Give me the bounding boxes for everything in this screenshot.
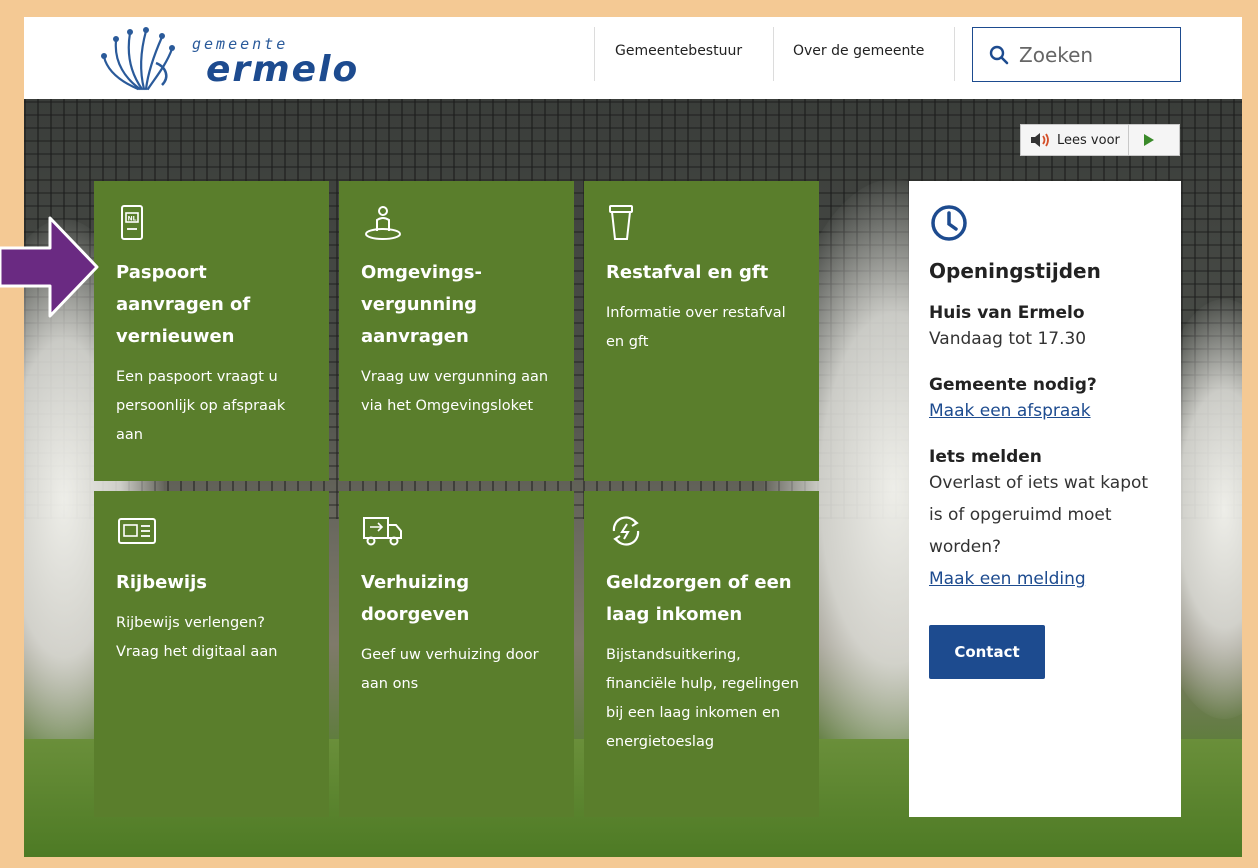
report-text: Overlast of iets wat kapot is of opgerui… <box>929 473 1149 557</box>
tile-title: Paspoort aanvragen of vernieuwen <box>116 262 251 347</box>
annotation-arrow-icon <box>0 216 99 318</box>
play-button[interactable] <box>1129 125 1169 155</box>
page-frame: gemeente ermelo Gemeentebestuur Over de … <box>24 17 1242 857</box>
tile-title: Geldzorgen of een laag inkomen <box>606 572 792 625</box>
passport-icon: NL <box>121 205 143 240</box>
trash-bin-icon <box>609 205 633 240</box>
opening-hours-panel: Openingstijden Huis van Ermelo Vandaag t… <box>909 181 1181 817</box>
tile-description: Bijstandsuitkering, financiële hulp, reg… <box>606 647 799 750</box>
tile-paspoort[interactable]: NL Paspoort aanvragen of vernieuwen Een … <box>94 181 329 481</box>
read-aloud-label: Lees voor <box>1057 132 1120 148</box>
tile-description: Informatie over restafval en gft <box>606 305 786 350</box>
nav-link-over-de-gemeente[interactable]: Over de gemeente <box>793 43 924 59</box>
today-hours: Vandaag tot 17.30 <box>929 329 1087 349</box>
tile-restafval[interactable]: Restafval en gft Informatie over restafv… <box>584 181 819 481</box>
svg-text:NL: NL <box>128 216 137 223</box>
contact-button[interactable]: Contact <box>929 625 1045 679</box>
search-input[interactable]: Zoeken <box>972 27 1181 82</box>
make-appointment-link[interactable]: Maak een afspraak <box>929 395 1161 427</box>
tile-description: Vraag uw vergunning aan via het Omgeving… <box>361 369 549 414</box>
tile-title: Restafval en gft <box>606 262 769 283</box>
tile-title: Verhuizing doorgeven <box>361 572 470 625</box>
moving-truck-icon <box>363 517 402 546</box>
make-report-link[interactable]: Maak een melding <box>929 563 1161 595</box>
tile-description: Rijbewijs verlengen? Vraag het digitaal … <box>116 615 278 660</box>
tile-geldzorgen[interactable]: Geldzorgen of een laag inkomen Bijstands… <box>584 491 819 817</box>
tile-title: Omgevings-vergunning aanvragen <box>361 262 482 347</box>
opening-hours-title: Openingstijden <box>929 259 1101 283</box>
person-location-icon <box>365 206 401 240</box>
play-icon <box>1143 134 1154 146</box>
nav-divider <box>773 27 774 81</box>
peacock-logo-icon <box>101 27 175 91</box>
search-placeholder: Zoeken <box>1019 42 1094 67</box>
search-icon <box>989 45 1009 64</box>
tile-verhuizing[interactable]: Verhuizing doorgeven Geef uw verhuizing … <box>339 491 574 817</box>
tile-omgevingsvergunning[interactable]: Omgevings-vergunning aanvragen Vraag uw … <box>339 181 574 481</box>
tile-rijbewijs[interactable]: Rijbewijs Rijbewijs verlengen? Vraag het… <box>94 491 329 817</box>
appointment-heading: Gemeente nodig? <box>929 375 1097 395</box>
nav-divider <box>594 27 595 81</box>
money-cycle-icon <box>612 516 640 546</box>
tile-title: Rijbewijs <box>116 572 207 593</box>
report-heading: Iets melden <box>929 447 1042 467</box>
drivers-license-icon <box>118 518 156 544</box>
clock-icon <box>931 205 967 241</box>
nav-divider <box>954 27 955 81</box>
read-aloud-widget: Lees voor <box>1020 124 1180 156</box>
tile-description: Geef uw verhuizing door aan ons <box>361 647 539 692</box>
logo[interactable]: gemeente ermelo <box>96 23 376 93</box>
location-heading: Huis van Ermelo <box>929 303 1085 323</box>
speaker-icon <box>1031 133 1049 147</box>
read-aloud-button[interactable]: Lees voor <box>1021 125 1129 155</box>
nav-link-gemeentebestuur[interactable]: Gemeentebestuur <box>615 43 742 59</box>
logo-text-ermelo: ermelo <box>206 49 360 90</box>
tile-description: Een paspoort vraagt u persoonlijk op afs… <box>116 369 286 443</box>
site-header: gemeente ermelo Gemeentebestuur Over de … <box>24 17 1242 99</box>
